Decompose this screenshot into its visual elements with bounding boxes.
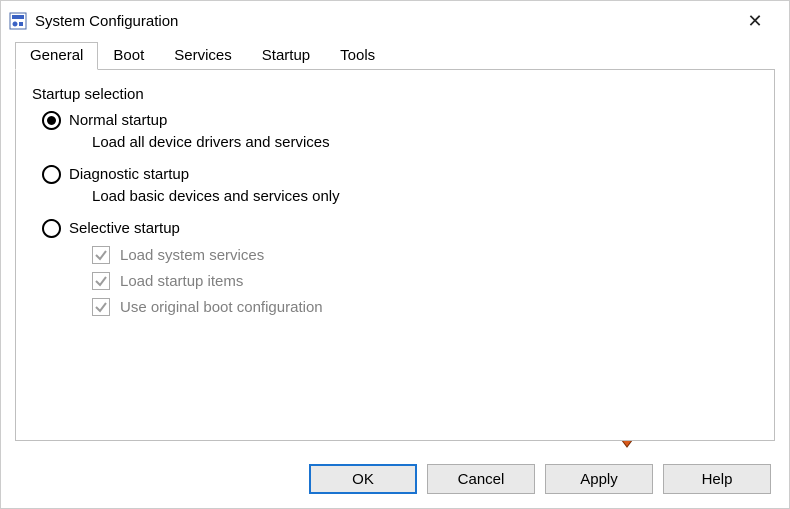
group-label: Startup selection xyxy=(32,86,758,103)
checkbox-label: Use original boot configuration xyxy=(120,299,323,316)
tab-tools[interactable]: Tools xyxy=(325,42,390,70)
tab-startup[interactable]: Startup xyxy=(247,42,325,70)
radio-diagnostic-startup[interactable]: Diagnostic startup xyxy=(42,165,758,184)
window-title: System Configuration xyxy=(35,13,178,30)
radio-normal-startup[interactable]: Normal startup xyxy=(42,111,758,130)
radio-normal-desc: Load all device drivers and services xyxy=(92,134,758,151)
msconfig-icon xyxy=(9,12,27,30)
radio-icon xyxy=(42,219,61,238)
checkbox-load-system-services: Load system services xyxy=(92,246,758,264)
tab-services[interactable]: Services xyxy=(159,42,247,70)
checkbox-icon xyxy=(92,246,110,264)
checkbox-label: Load system services xyxy=(120,247,264,264)
checkbox-load-startup-items: Load startup items xyxy=(92,272,758,290)
radio-diagnostic-desc: Load basic devices and services only xyxy=(92,188,758,205)
checkbox-original-boot-config: Use original boot configuration xyxy=(92,298,758,316)
cancel-button[interactable]: Cancel xyxy=(427,464,535,494)
radio-label: Selective startup xyxy=(69,220,180,237)
dialog-buttons: OK Cancel Apply Help xyxy=(309,464,771,494)
tab-general[interactable]: General xyxy=(15,42,98,70)
general-panel: Startup selection Normal startup Load al… xyxy=(15,69,775,441)
tab-strip: General Boot Services Startup Tools xyxy=(1,41,789,69)
help-button[interactable]: Help xyxy=(663,464,771,494)
tab-boot[interactable]: Boot xyxy=(98,42,159,70)
close-icon[interactable]: ✕ xyxy=(735,11,775,32)
radio-icon xyxy=(42,165,61,184)
checkbox-icon xyxy=(92,272,110,290)
checkbox-icon xyxy=(92,298,110,316)
radio-label: Normal startup xyxy=(69,112,167,129)
radio-selective-startup[interactable]: Selective startup xyxy=(42,219,758,238)
checkbox-label: Load startup items xyxy=(120,273,243,290)
ok-button[interactable]: OK xyxy=(309,464,417,494)
radio-icon xyxy=(42,111,61,130)
radio-label: Diagnostic startup xyxy=(69,166,189,183)
apply-button[interactable]: Apply xyxy=(545,464,653,494)
titlebar: System Configuration ✕ xyxy=(1,1,789,41)
